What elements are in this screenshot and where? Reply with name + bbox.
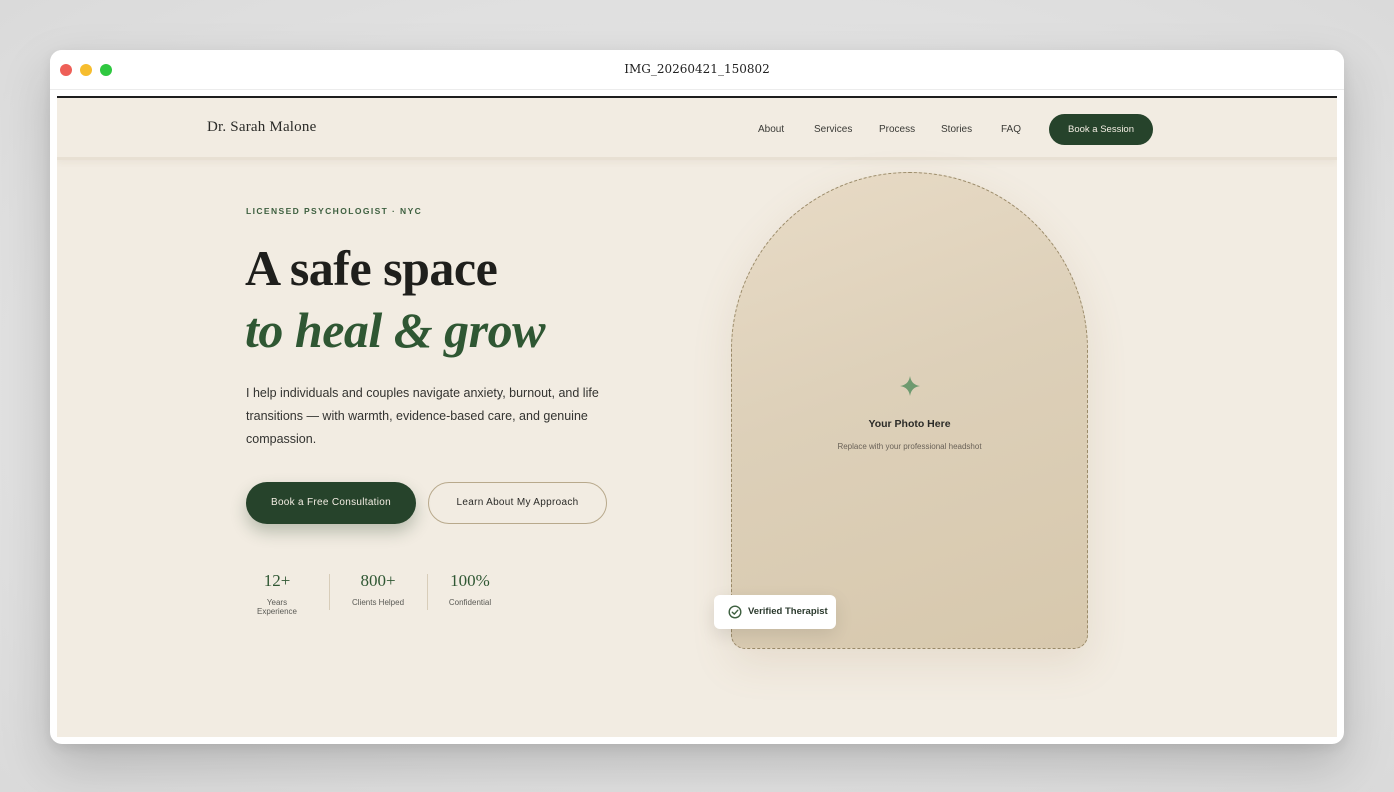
site-navbar: Dr. Sarah Malone About Services Process … <box>57 98 1337 160</box>
stat-confidential: 100% Confidential <box>443 570 497 607</box>
stat-divider <box>329 574 330 610</box>
learn-approach-button[interactable]: Learn About My Approach <box>428 482 607 524</box>
stat-value: 12+ <box>263 571 291 590</box>
sparkle-icon <box>900 376 920 396</box>
stat-value: 100% <box>450 571 490 590</box>
nav-link-about[interactable]: About <box>758 124 784 135</box>
stat-label: Clients Helped <box>351 598 405 607</box>
photo-placeholder <box>731 172 1088 649</box>
stat-label: Years Experience <box>256 598 298 616</box>
hero-headline-line2: to heal & grow <box>245 302 545 358</box>
page-viewport: Dr. Sarah Malone About Services Process … <box>57 96 1337 737</box>
stat-divider <box>427 574 428 610</box>
hero-headline-line1: A safe space <box>245 240 498 296</box>
stat-value: 800+ <box>360 571 396 590</box>
book-session-button[interactable]: Book a Session <box>1049 114 1153 145</box>
nav-link-services[interactable]: Services <box>814 124 852 135</box>
photo-placeholder-title: Your Photo Here <box>868 418 951 430</box>
verified-therapist-badge: Verified Therapist <box>714 595 836 629</box>
title-bar: IMG_20260421_150802 <box>50 50 1344 90</box>
brand-logo[interactable]: Dr. Sarah Malone <box>207 119 316 136</box>
window-title: IMG_20260421_150802 <box>624 62 770 76</box>
stat-clients: 800+ Clients Helped <box>347 570 409 607</box>
nav-link-stories[interactable]: Stories <box>941 124 972 135</box>
check-circle-icon <box>728 605 742 619</box>
nav-link-process[interactable]: Process <box>879 124 915 135</box>
stat-label: Confidential <box>448 598 492 607</box>
verified-label: Verified Therapist <box>748 606 828 617</box>
nav-link-faq[interactable]: FAQ <box>1001 124 1021 135</box>
book-consultation-button[interactable]: Book a Free Consultation <box>246 482 416 524</box>
hero-eyebrow: LICENSED PSYCHOLOGIST · NYC <box>246 206 423 216</box>
browser-window: IMG_20260421_150802 Dr. Sarah Malone Abo… <box>50 50 1344 744</box>
photo-placeholder-subtitle: Replace with your professional headshot <box>837 442 982 451</box>
stat-years: 12+ Years Experience <box>246 570 308 616</box>
hero-description: I help individuals and couples navigate … <box>246 386 599 446</box>
